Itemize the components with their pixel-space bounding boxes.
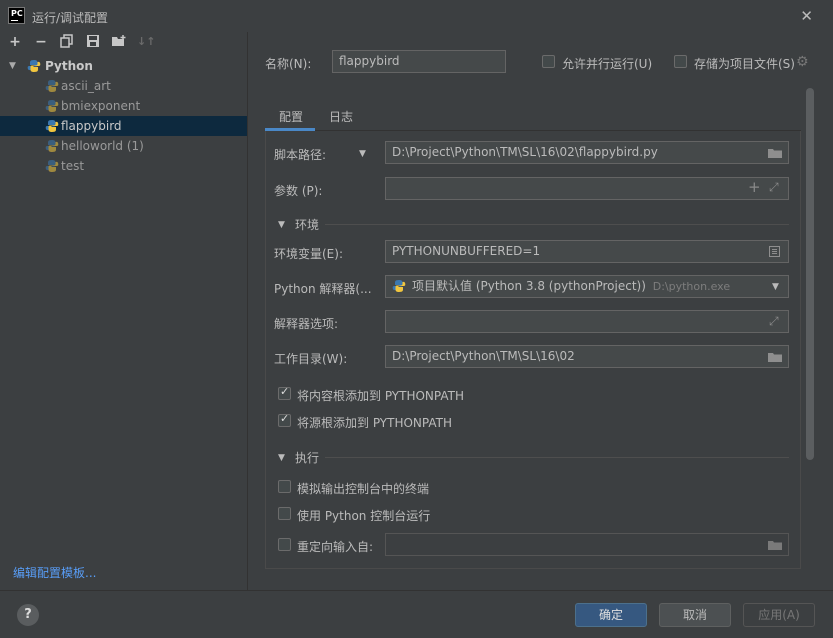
tree-item-test[interactable]: test	[0, 156, 247, 176]
redirect-input-label: 重定向输入自:	[297, 540, 374, 554]
section-divider	[325, 224, 789, 225]
minus-icon[interactable]: −	[33, 34, 49, 50]
tree-item-label: bmiexponent	[61, 99, 141, 113]
config-toolbar: + − ↓↑	[0, 32, 247, 54]
sidebar-divider	[247, 32, 248, 590]
tree-item-label: helloworld (1)	[61, 139, 144, 153]
chevron-down-icon[interactable]: ▼	[9, 56, 16, 76]
allow-parallel-checkbox[interactable]	[542, 55, 555, 68]
tree-item-ascii-art[interactable]: ascii_art	[0, 76, 247, 96]
window-title: 运行/调试配置	[32, 11, 109, 25]
interp-options-input[interactable]	[385, 310, 789, 333]
script-path-input[interactable]: D:\Project\Python\TM\SL\16\02\flappybird…	[385, 141, 789, 164]
title-bar: PC 运行/调试配置 ✕	[0, 0, 833, 32]
close-icon[interactable]: ✕	[800, 7, 813, 25]
redirect-input-checkbox[interactable]	[278, 538, 291, 551]
workdir-input[interactable]: D:\Project\Python\TM\SL\16\02	[385, 345, 789, 368]
workdir-label: 工作目录(W):	[274, 352, 348, 366]
python-icon	[27, 60, 41, 72]
add-content-roots-checkbox[interactable]	[278, 385, 291, 400]
run-with-console-label: 使用 Python 控制台运行	[297, 509, 431, 523]
save-icon[interactable]	[85, 34, 101, 50]
apply-button[interactable]: 应用(A)	[743, 603, 815, 627]
tree-item-label: flappybird	[61, 119, 122, 133]
interpreter-value: 项目默认值 (Python 3.8 (pythonProject))	[412, 279, 646, 293]
allow-parallel-label: 允许并行运行(U)	[562, 57, 653, 71]
tree-item-flappybird[interactable]: flappybird	[0, 116, 247, 136]
chevron-down-icon[interactable]: ▼	[278, 453, 285, 463]
tree-item-helloworld[interactable]: helloworld (1)	[0, 136, 247, 156]
list-icon[interactable]	[769, 246, 780, 257]
tree-group-python[interactable]: ▼ Python	[0, 56, 247, 76]
folder-icon[interactable]	[768, 148, 782, 158]
store-as-file-checkbox[interactable]	[674, 55, 687, 68]
name-label: 名称(N):	[265, 57, 312, 71]
add-source-roots-checkbox[interactable]	[278, 412, 291, 427]
params-input[interactable]	[385, 177, 789, 200]
python-icon	[45, 140, 59, 152]
script-path-label[interactable]: 脚本路径:	[274, 146, 326, 163]
edit-templates-link[interactable]: 编辑配置模板...	[13, 564, 96, 581]
chevron-down-icon[interactable]: ▼	[772, 282, 779, 292]
copy-icon[interactable]	[59, 34, 75, 50]
python-icon	[392, 280, 406, 292]
tree-item-bmiexponent[interactable]: bmiexponent	[0, 96, 247, 116]
chevron-down-icon[interactable]: ▼	[359, 149, 366, 159]
params-label: 参数 (P):	[274, 184, 323, 198]
emulate-terminal-label: 模拟输出控制台中的终端	[297, 482, 430, 496]
env-vars-label: 环境变量(E):	[274, 247, 343, 261]
add-content-roots-label: 将内容根添加到 PYTHONPATH	[297, 389, 464, 403]
pycharm-logo-icon: PC	[8, 7, 25, 24]
sort-icon[interactable]: ↓↑	[137, 34, 155, 50]
python-icon	[45, 120, 59, 132]
tree-item-label: test	[61, 159, 85, 173]
run-with-console-checkbox[interactable]	[278, 507, 291, 520]
folder-icon[interactable]	[768, 540, 782, 550]
expand-icon[interactable]: ⤢	[769, 180, 779, 195]
tree-item-label: ascii_art	[61, 79, 111, 93]
expand-icon[interactable]: ⤢	[769, 314, 779, 329]
scrollbar[interactable]	[806, 88, 814, 460]
interpreter-label: Python 解释器(...	[274, 282, 372, 296]
tree-group-label: Python	[45, 59, 93, 73]
env-vars-input[interactable]: PYTHONUNBUFFERED=1	[385, 240, 789, 263]
gear-icon[interactable]: ⚙	[796, 54, 809, 70]
interp-options-label: 解释器选项:	[274, 317, 339, 331]
cancel-button[interactable]: 取消	[659, 603, 731, 627]
interpreter-select[interactable]: 项目默认值 (Python 3.8 (pythonProject)) D:\py…	[385, 275, 789, 298]
ok-button[interactable]: 确定	[575, 603, 647, 627]
python-icon	[45, 160, 59, 172]
add-source-roots-label: 将源根添加到 PYTHONPATH	[297, 416, 452, 430]
store-as-file-label: 存储为项目文件(S)	[694, 57, 795, 71]
tab-log[interactable]: 日志	[329, 108, 353, 125]
emulate-terminal-checkbox[interactable]	[278, 480, 291, 493]
chevron-down-icon[interactable]: ▼	[278, 220, 285, 230]
redirect-input-field[interactable]	[385, 533, 789, 556]
folder-add-icon[interactable]	[111, 34, 127, 50]
exec-section-title: 执行	[295, 451, 320, 465]
python-icon	[45, 80, 59, 92]
tab-config[interactable]: 配置	[279, 108, 303, 125]
plus-icon[interactable]: +	[748, 178, 761, 196]
plus-icon[interactable]: +	[7, 34, 23, 50]
section-divider	[325, 457, 789, 458]
folder-icon[interactable]	[768, 352, 782, 362]
name-input[interactable]: flappybird	[332, 50, 506, 73]
help-button[interactable]: ?	[17, 604, 39, 626]
env-section-title: 环境	[295, 218, 320, 232]
config-tree: ▼ Python ascii_art bmiexponent flappybir…	[0, 54, 247, 590]
python-icon	[45, 100, 59, 112]
interpreter-path: D:\python.exe	[652, 280, 731, 293]
footer-divider	[0, 590, 833, 591]
